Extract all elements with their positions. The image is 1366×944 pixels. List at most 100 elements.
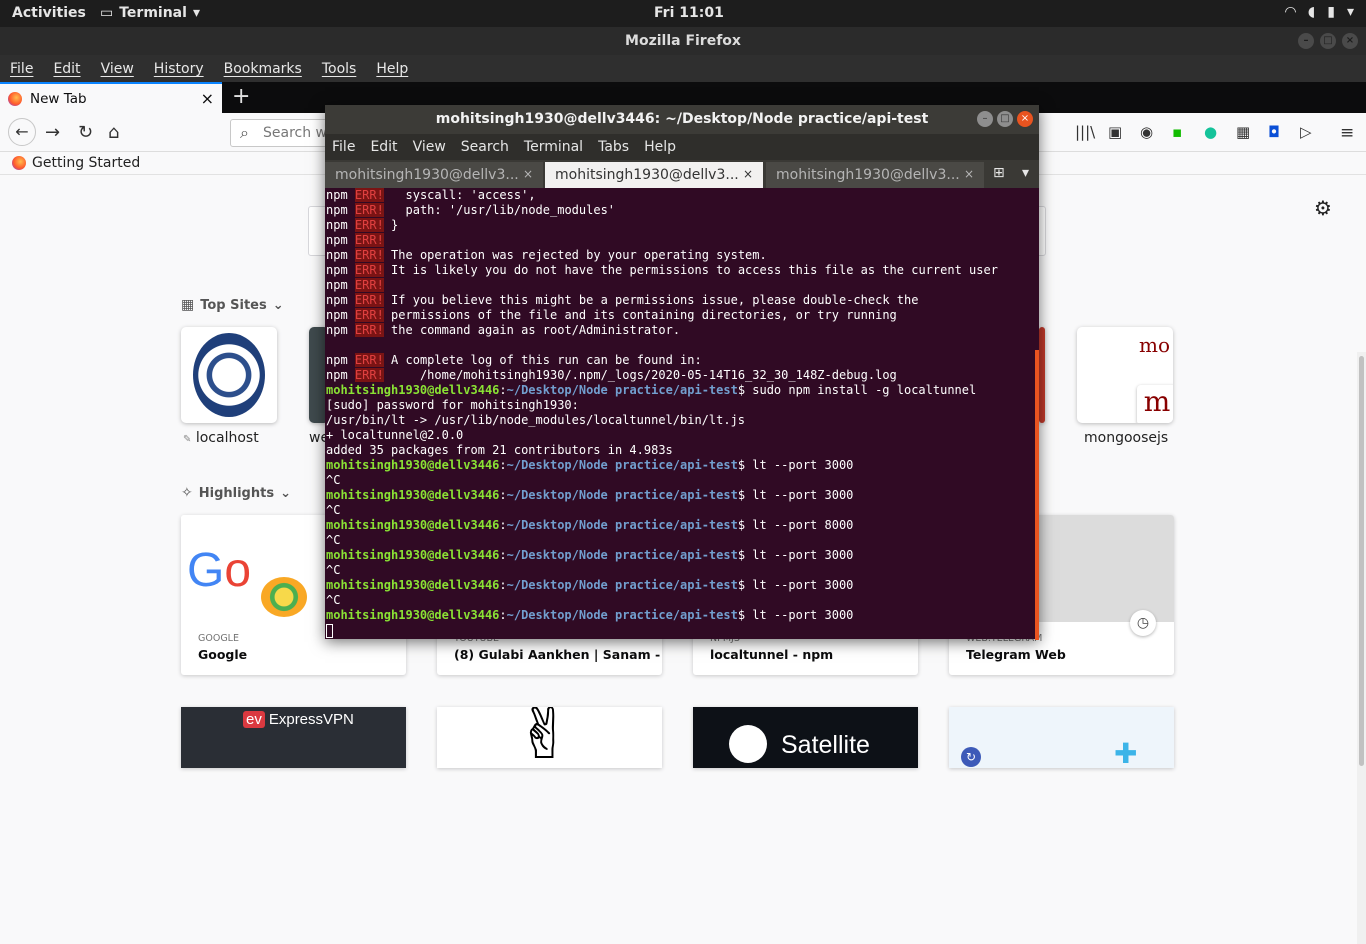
command-text: $ sudo npm install -g localtunnel [737, 383, 977, 397]
home-icon[interactable]: ⌂ [108, 122, 119, 143]
download-icon[interactable]: ◘ [1268, 123, 1280, 141]
line-text: the command again as root/Administrator. [383, 323, 681, 337]
prompt-sep: : [499, 458, 507, 472]
card-github-satellite[interactable]: Satellite [693, 707, 918, 768]
line-text: } [383, 218, 399, 232]
bookmark-getting-started[interactable]: Getting Started [32, 155, 140, 171]
top-sites-heading[interactable]: ▦ Top Sites ⌄ [181, 297, 284, 313]
scrollbar-thumb[interactable] [1359, 356, 1364, 766]
institute-seal-icon [193, 333, 265, 417]
prompt-path: ~/Desktop/Node practice/api-test [506, 458, 738, 472]
top-site-tile-mongoosejs[interactable]: mo m [1077, 327, 1173, 423]
prompt-sep: : [499, 608, 507, 622]
close-icon[interactable]: × [1342, 33, 1358, 49]
clock[interactable]: Fri 11:01 [654, 5, 724, 21]
activities-button[interactable]: Activities [12, 5, 86, 21]
card-title: localtunnel - npm [710, 647, 834, 662]
forward-arrow-icon[interactable]: → [45, 122, 60, 143]
search-input[interactable]: ⌕ Search wi [230, 119, 330, 147]
close-icon[interactable]: × [201, 89, 214, 108]
err-tag: ERR! [354, 308, 384, 322]
minimize-icon[interactable]: – [1298, 33, 1314, 49]
terminal-line: ^C [326, 533, 1039, 548]
menu-file[interactable]: File [10, 61, 33, 77]
close-icon[interactable]: × [523, 167, 533, 181]
plus-icon[interactable]: + [232, 84, 250, 109]
hamburger-menu-icon[interactable]: ≡ [1340, 123, 1354, 143]
top-site-label-mongoosejs: mongoosejs [1084, 430, 1169, 446]
card-peace-hand[interactable]: ✌ [437, 707, 662, 768]
command-text: $ lt --port 8000 [737, 518, 854, 532]
close-icon[interactable]: × [964, 167, 974, 181]
reload-icon[interactable]: ↻ [78, 122, 93, 143]
npm-tag: npm [326, 263, 348, 277]
terminal-tab-1[interactable]: mohitsingh1930@dellv3... × [325, 162, 543, 188]
menu-bookmarks[interactable]: Bookmarks [224, 61, 302, 77]
prompt-path: ~/Desktop/Node practice/api-test [506, 548, 738, 562]
menu-view[interactable]: View [101, 61, 134, 77]
gnome-top-bar: Activities ▭ Terminal ▾ Fri 11:01 ◠ ◖ ▮ … [0, 0, 1366, 27]
menu-help[interactable]: Help [376, 61, 408, 77]
sidebar-icon[interactable]: ▣ [1108, 123, 1122, 141]
terminal-line: npm ERR! [326, 233, 1039, 248]
line-text: ^C [326, 563, 341, 577]
top-site-tile-localhost[interactable] [181, 327, 277, 423]
menu-edit[interactable]: Edit [53, 61, 80, 77]
npm-tag: npm [326, 353, 348, 367]
library-icon[interactable]: |||\ [1075, 123, 1095, 141]
peace-hand-icon: ✌ [515, 707, 574, 768]
card-expressvpn[interactable]: ev ExpressVPN [181, 707, 406, 768]
prompt-sep: : [499, 518, 507, 532]
back-arrow-icon[interactable]: ← [8, 118, 36, 146]
close-icon[interactable]: × [1017, 111, 1033, 127]
firefox-title-bar: Mozilla Firefox – □ × [0, 27, 1366, 55]
top-site-tile-partial[interactable] [1039, 327, 1045, 423]
play-icon[interactable]: ▷ [1300, 123, 1312, 141]
github-logo-icon [729, 725, 767, 763]
terminal-line: mohitsingh1930@dellv3446:~/Desktop/Node … [326, 548, 1039, 563]
terminal-line: ^C [326, 473, 1039, 488]
menu-tools[interactable]: Tools [322, 61, 357, 77]
highlights-heading[interactable]: ✧ Highlights ⌄ [181, 485, 291, 501]
prompt-user: mohitsingh1930@dellv3446 [326, 608, 500, 622]
tmenu-edit[interactable]: Edit [370, 139, 397, 155]
terminal-window[interactable]: mohitsingh1930@dellv3446: ~/Desktop/Node… [325, 105, 1039, 640]
maximize-icon[interactable]: □ [1320, 33, 1336, 49]
grammarly-icon[interactable]: ● [1204, 123, 1217, 141]
minimize-icon[interactable]: – [977, 111, 993, 127]
tab-new-tab[interactable]: New Tab × [0, 82, 222, 113]
line-text: It is likely you do not have the permiss… [383, 263, 998, 277]
save-icon[interactable]: ▪ [1172, 123, 1182, 141]
menu-history[interactable]: History [154, 61, 204, 77]
tmenu-help[interactable]: Help [644, 139, 676, 155]
tmenu-view[interactable]: View [413, 139, 446, 155]
terminal-title-bar[interactable]: mohitsingh1930@dellv3446: ~/Desktop/Node… [325, 105, 1039, 134]
command-text: $ lt --port 3000 [737, 578, 854, 592]
system-tray[interactable]: ◠ ◖ ▮ ▾ [1285, 4, 1354, 20]
tmenu-search[interactable]: Search [461, 139, 509, 155]
tmenu-file[interactable]: File [332, 139, 355, 155]
terminal-output[interactable]: npm ERR! syscall: 'access', npm ERR! path… [325, 188, 1039, 639]
chevron-down-icon[interactable]: ▾ [1022, 165, 1029, 181]
maximize-icon[interactable]: □ [997, 111, 1013, 127]
gear-icon[interactable]: ⚙ [1314, 196, 1332, 220]
card-illustration[interactable]: ↻ ✚ [949, 707, 1174, 768]
close-icon[interactable]: × [743, 167, 753, 181]
terminal-tab-3[interactable]: mohitsingh1930@dellv3... × [766, 162, 984, 188]
terminal-scrollbar[interactable] [1035, 350, 1039, 640]
tmenu-tabs[interactable]: Tabs [598, 139, 629, 155]
npm-tag: npm [326, 308, 348, 322]
line-text: ^C [326, 503, 341, 517]
card-title: Google [198, 647, 248, 662]
page-scrollbar[interactable] [1357, 352, 1366, 944]
new-tab-icon[interactable]: ⊞ [993, 165, 1005, 181]
app-menu[interactable]: ▭ Terminal ▾ [100, 5, 200, 21]
line-text: ^C [326, 473, 341, 487]
terminal-line: /usr/bin/lt -> /usr/lib/node_modules/loc… [326, 413, 1039, 428]
prompt-sep: : [499, 548, 507, 562]
terminal-tab-2[interactable]: mohitsingh1930@dellv3... × [545, 162, 763, 188]
account-icon[interactable]: ◉ [1140, 123, 1153, 141]
qr-code-icon[interactable]: ▦ [1236, 123, 1250, 141]
tmenu-terminal[interactable]: Terminal [524, 139, 583, 155]
